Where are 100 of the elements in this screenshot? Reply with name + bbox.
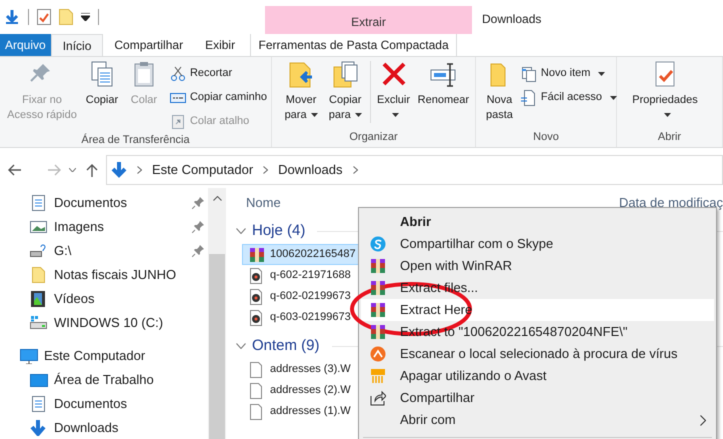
monitor-icon bbox=[20, 348, 38, 364]
document-icon bbox=[30, 396, 48, 412]
caret-icon bbox=[310, 113, 318, 118]
media-file-icon bbox=[249, 268, 265, 284]
new-item-icon bbox=[520, 66, 537, 82]
drive-icon bbox=[30, 315, 48, 331]
media-file-icon bbox=[249, 310, 265, 326]
archive-icon bbox=[370, 280, 386, 296]
ribbon-tab[interactable]: Exibir bbox=[194, 34, 246, 56]
caret-icon bbox=[354, 113, 362, 118]
share-icon bbox=[370, 390, 386, 406]
download-icon bbox=[111, 161, 127, 179]
nav-item[interactable]: Notas fiscais JUNHO bbox=[0, 263, 208, 287]
move-folder-icon bbox=[288, 61, 314, 89]
nav-item[interactable]: Vídeos bbox=[0, 287, 208, 311]
archive-icon bbox=[249, 246, 265, 262]
file-tab[interactable]: Arquivo bbox=[0, 34, 51, 56]
rename-icon bbox=[430, 61, 456, 89]
up-icon bbox=[86, 163, 98, 177]
download-icon bbox=[30, 420, 48, 436]
caret-icon bbox=[598, 72, 606, 76]
menu-item[interactable]: Apagar utilizando o Avast bbox=[361, 365, 714, 387]
copy-icon bbox=[88, 61, 115, 89]
skype-icon bbox=[370, 236, 386, 252]
menu-item[interactable]: Open with WinRAR bbox=[361, 255, 714, 277]
ribbon-button[interactable]: Excluir bbox=[370, 61, 414, 123]
file-row[interactable]: addresses (2).W bbox=[242, 380, 360, 401]
file-row[interactable]: addresses (1).W bbox=[242, 401, 360, 422]
file-row[interactable]: q-603-02199673 bbox=[242, 307, 360, 328]
copy-folder-icon bbox=[332, 61, 358, 89]
menu-item[interactable]: Compartilhar bbox=[361, 387, 714, 409]
ribbon-button[interactable]: Mover para bbox=[280, 61, 322, 123]
menu-item[interactable]: Compartilhar com o Skype bbox=[361, 233, 714, 255]
forward-icon bbox=[47, 164, 61, 176]
group-label: Área de Transferência bbox=[80, 132, 191, 147]
film-icon bbox=[30, 291, 48, 307]
nav-item[interactable]: Imagens bbox=[0, 215, 208, 239]
document-icon bbox=[30, 195, 48, 211]
archive-icon bbox=[370, 258, 386, 274]
file-row[interactable]: 10062022165487 bbox=[242, 244, 360, 265]
folder-icon bbox=[30, 267, 48, 283]
address-bar[interactable]: Este Computador Downloads bbox=[106, 155, 723, 185]
file-icon bbox=[249, 404, 265, 420]
ribbon-button[interactable]: Copiar bbox=[82, 61, 122, 108]
scroll-up-icon bbox=[212, 196, 222, 201]
menu-item[interactable]: Escanear o local selecionado à procura de vírus bbox=[361, 343, 714, 365]
scrollbar-thumb[interactable] bbox=[209, 254, 225, 439]
nav-item[interactable]: WINDOWS 10 (C:) bbox=[0, 311, 208, 335]
ribbon-button[interactable]: Propriedades bbox=[625, 61, 705, 123]
file-icon bbox=[249, 362, 265, 378]
chevron-icon bbox=[263, 166, 268, 174]
ribbon-button[interactable]: Fácil acesso bbox=[520, 87, 618, 108]
folder-icon bbox=[59, 9, 73, 25]
scissors-icon bbox=[170, 66, 186, 82]
caret-icon bbox=[69, 168, 76, 172]
breadcrumb[interactable]: Downloads bbox=[278, 160, 342, 180]
window-title: Downloads bbox=[481, 11, 542, 28]
back-icon bbox=[8, 164, 22, 176]
ribbon-button[interactable]: Nova pasta bbox=[484, 61, 515, 123]
ribbon-button[interactable]: Novo item bbox=[520, 63, 618, 84]
nav-item[interactable]: Downloads bbox=[0, 416, 208, 439]
shredder-icon bbox=[370, 368, 386, 384]
document-icon bbox=[520, 90, 537, 106]
menu-item[interactable]: Abrir com bbox=[361, 409, 714, 431]
file-row[interactable]: q-602-02199673 bbox=[242, 286, 360, 307]
caret-icon bbox=[392, 113, 399, 118]
nav-item[interactable]: Documentos bbox=[0, 392, 208, 416]
properties-icon bbox=[37, 9, 51, 25]
file-icon bbox=[249, 382, 265, 398]
breadcrumb[interactable]: Este Computador bbox=[152, 160, 254, 180]
chevron-icon bbox=[137, 166, 142, 174]
nav-item[interactable]: Este Computador bbox=[0, 344, 208, 368]
ribbon-tab[interactable]: Início bbox=[50, 34, 104, 56]
file-row[interactable]: q-602-21971688 bbox=[242, 265, 360, 286]
ribbon-button[interactable]: Recortar bbox=[170, 63, 267, 84]
menu-item[interactable]: Abrir bbox=[361, 211, 714, 233]
nav-item[interactable]: G:\ bbox=[0, 239, 208, 263]
customize-menu-icon bbox=[81, 13, 90, 21]
caret-icon bbox=[610, 96, 618, 100]
ribbon-button[interactable]: Renomear bbox=[416, 61, 472, 108]
ribbon-button[interactable]: Copiar para bbox=[324, 61, 366, 123]
download-icon bbox=[4, 9, 20, 25]
desktop-icon bbox=[30, 372, 48, 388]
group-label: Abrir bbox=[656, 130, 682, 145]
drive-icon bbox=[30, 243, 48, 259]
archive-icon bbox=[370, 324, 386, 340]
shortcut-icon bbox=[170, 114, 186, 130]
nav-item[interactable]: Área de Trabalho bbox=[0, 368, 208, 392]
chevron-icon bbox=[352, 166, 358, 174]
media-file-icon bbox=[249, 288, 265, 304]
avast-icon bbox=[370, 346, 386, 362]
group-label: Organizar bbox=[348, 130, 399, 145]
nav-item[interactable]: Documentos bbox=[0, 191, 208, 215]
group-label: Novo bbox=[532, 130, 560, 145]
scrollbar[interactable] bbox=[208, 188, 226, 439]
ribbon-tab[interactable]: Compartilhar bbox=[103, 34, 194, 56]
ribbon-button[interactable]: Copiar caminho bbox=[170, 87, 267, 108]
caret-icon bbox=[664, 113, 670, 118]
contextual-tab-header: Extrair bbox=[265, 6, 472, 34]
file-row[interactable]: addresses (3).W bbox=[242, 359, 360, 380]
